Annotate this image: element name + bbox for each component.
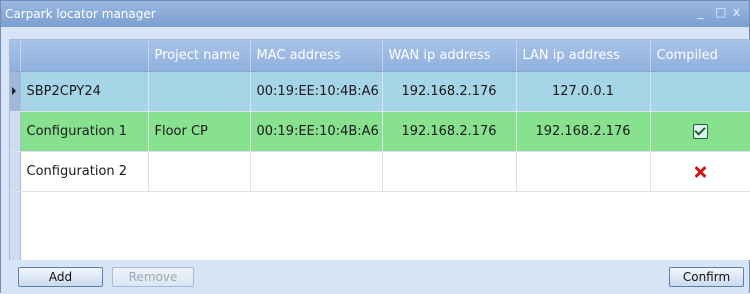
checkmark-icon[interactable] bbox=[692, 124, 708, 139]
table-row[interactable]: SBP2CPY24 00:19:EE:10:4B:A6 192.168.2.17… bbox=[10, 71, 750, 112]
cell-project[interactable]: Floor CP bbox=[148, 111, 251, 152]
cell-project[interactable] bbox=[148, 71, 251, 112]
cell-name[interactable]: Configuration 1 bbox=[20, 111, 149, 152]
carpark-locator-window: Carpark locator manager _ □ x Project na… bbox=[0, 0, 750, 294]
cell-wan[interactable] bbox=[382, 151, 517, 192]
cell-name[interactable]: SBP2CPY24 bbox=[20, 71, 149, 112]
title-bar: Carpark locator manager _ □ x bbox=[1, 1, 749, 27]
cell-lan[interactable]: 127.0.0.1 bbox=[516, 71, 651, 112]
grid-header-row: Project name MAC address WAN ip address … bbox=[10, 40, 750, 72]
configuration-grid[interactable]: Project name MAC address WAN ip address … bbox=[9, 39, 750, 260]
cell-mac[interactable]: 00:19:EE:10:4B:A6 bbox=[250, 71, 383, 112]
column-header-wan[interactable]: WAN ip address bbox=[382, 40, 517, 72]
cell-wan[interactable]: 192.168.2.176 bbox=[382, 71, 517, 112]
row-selector-filler bbox=[10, 191, 21, 260]
red-x-icon[interactable] bbox=[693, 165, 707, 179]
window-title: Carpark locator manager bbox=[5, 7, 156, 21]
column-header-mac[interactable]: MAC address bbox=[250, 40, 383, 72]
cell-mac[interactable] bbox=[250, 151, 383, 192]
confirm-button[interactable]: Confirm bbox=[669, 267, 744, 287]
cell-wan[interactable]: 192.168.2.176 bbox=[382, 111, 517, 152]
row-selector[interactable] bbox=[10, 111, 21, 152]
cell-compiled[interactable] bbox=[650, 71, 750, 112]
column-header-name[interactable] bbox=[20, 40, 149, 72]
minimize-icon[interactable]: _ bbox=[697, 5, 707, 19]
row-selector-header bbox=[10, 40, 21, 72]
cell-compiled[interactable] bbox=[650, 151, 750, 192]
close-icon[interactable]: x bbox=[733, 5, 743, 19]
row-selector[interactable] bbox=[10, 151, 21, 192]
remove-button[interactable]: Remove bbox=[112, 267, 194, 287]
grid-empty-space bbox=[20, 192, 750, 261]
column-header-compiled[interactable]: Compiled bbox=[650, 40, 750, 72]
row-pointer-icon bbox=[12, 87, 16, 95]
table-row[interactable]: Configuration 1 Floor CP 00:19:EE:10:4B:… bbox=[10, 111, 750, 152]
cell-project[interactable] bbox=[148, 151, 251, 192]
bottom-toolbar: Add Remove Confirm bbox=[1, 261, 749, 294]
column-header-lan[interactable]: LAN ip address bbox=[516, 40, 651, 72]
row-selector[interactable] bbox=[10, 71, 21, 112]
table-row[interactable]: Configuration 2 bbox=[10, 151, 750, 192]
add-button[interactable]: Add bbox=[18, 267, 103, 287]
cell-name[interactable]: Configuration 2 bbox=[20, 151, 149, 192]
maximize-icon[interactable]: □ bbox=[715, 5, 726, 19]
cell-lan[interactable]: 192.168.2.176 bbox=[516, 111, 651, 152]
cell-lan[interactable] bbox=[516, 151, 651, 192]
column-header-project[interactable]: Project name bbox=[148, 40, 251, 72]
cell-mac[interactable]: 00:19:EE:10:4B:A6 bbox=[250, 111, 383, 152]
window-controls: _ □ x bbox=[697, 5, 743, 19]
empty-grid-area bbox=[10, 191, 750, 261]
cell-compiled[interactable] bbox=[650, 111, 750, 152]
